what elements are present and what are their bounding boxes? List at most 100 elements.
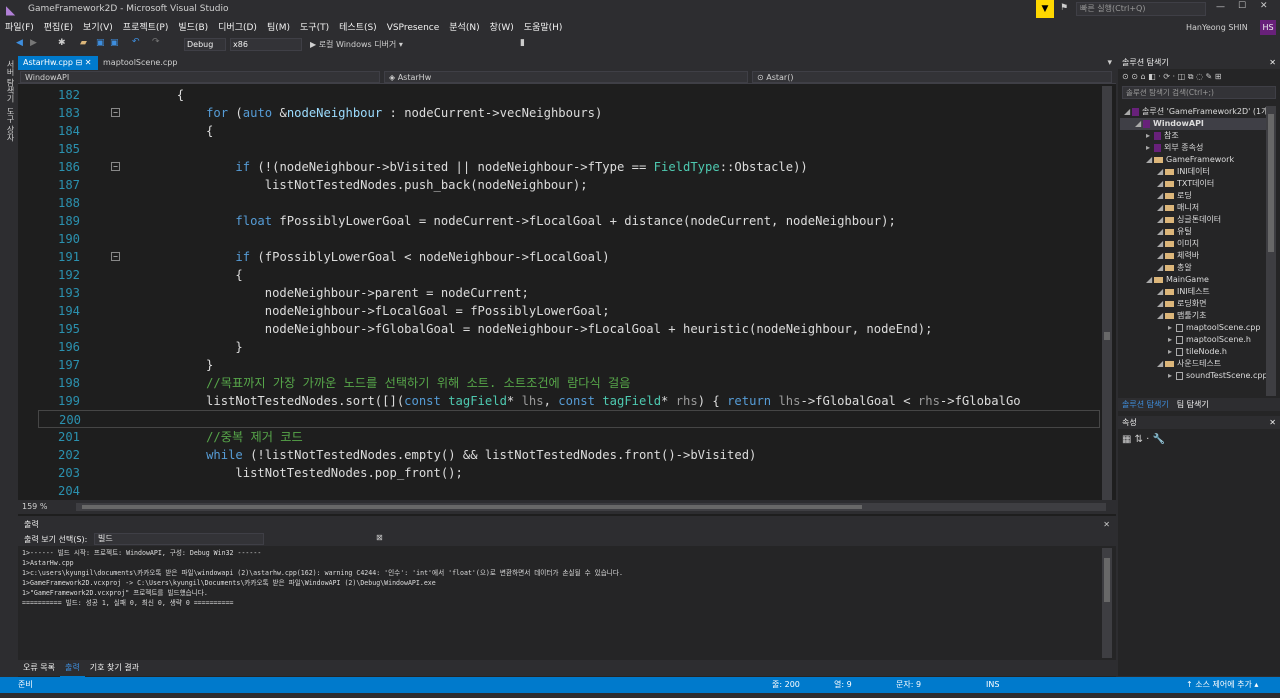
expand-icon[interactable]: ▸ xyxy=(1168,370,1176,382)
zoom-level[interactable]: 159 % xyxy=(22,502,47,511)
output-scrollbar-thumb[interactable] xyxy=(1104,558,1110,602)
output-source-select[interactable]: 빌드 xyxy=(94,533,264,545)
tree-item[interactable]: ◢ 총알 xyxy=(1120,262,1266,274)
code-line[interactable]: 202 while (!listNotTestedNodes.empty() &… xyxy=(38,446,1100,464)
output-scrollbar[interactable] xyxy=(1102,548,1112,658)
new-project-icon[interactable]: ✱ xyxy=(58,38,66,48)
code-line[interactable]: 182 { xyxy=(38,86,1100,104)
expand-icon[interactable]: ◢ xyxy=(1157,238,1165,250)
code-line[interactable]: 196 } xyxy=(38,338,1100,356)
code-area[interactable]: 182 {183− for (auto &nodeNeighbour : nod… xyxy=(38,86,1100,500)
code-line[interactable]: 184 { xyxy=(38,122,1100,140)
tab-maptoolscene[interactable]: maptoolScene.cpp xyxy=(98,56,188,70)
config-select[interactable]: Debug xyxy=(184,38,226,51)
tree-item[interactable]: ◢ MainGame xyxy=(1120,274,1266,286)
code-line[interactable]: 191− if (fPossiblyLowerGoal < nodeNeighb… xyxy=(38,248,1100,266)
close-button[interactable]: ✕ xyxy=(1260,1,1268,11)
user-avatar[interactable]: HS xyxy=(1260,20,1276,35)
save-all-icon[interactable]: ▣ xyxy=(110,38,119,48)
scrollbar-thumb[interactable] xyxy=(1104,332,1110,340)
expand-icon[interactable]: ◢ xyxy=(1124,106,1132,118)
expand-icon[interactable]: ▸ xyxy=(1168,346,1176,358)
code-line[interactable]: 185 xyxy=(38,140,1100,158)
expand-icon[interactable]: ◢ xyxy=(1157,190,1165,202)
minimize-button[interactable]: — xyxy=(1216,2,1225,12)
code-line[interactable]: 195 nodeNeighbour->fGlobalGoal = nodeNei… xyxy=(38,320,1100,338)
tab-overflow-icon[interactable]: ▾ xyxy=(1107,58,1112,68)
code-line[interactable]: 198 //목표까지 가장 가까운 노드를 선택하기 위해 소트. 소트조건에 … xyxy=(38,374,1100,392)
menu-item-10[interactable]: 분석(N) xyxy=(444,20,484,36)
tree-item[interactable]: ◢ WindowAPI xyxy=(1120,118,1266,130)
tree-item[interactable]: ▸ soundTestScene.cpp xyxy=(1120,370,1266,382)
member-dropdown[interactable]: ⊙ Astar() xyxy=(752,71,1112,83)
expand-icon[interactable]: ▸ xyxy=(1168,334,1176,346)
expand-icon[interactable]: ◢ xyxy=(1157,250,1165,262)
tree-item[interactable]: ▸ 참조 xyxy=(1120,130,1266,142)
menu-item-1[interactable]: 편집(E) xyxy=(39,20,78,36)
expand-icon[interactable]: ◢ xyxy=(1157,262,1165,274)
code-line[interactable]: 186− if (!(nodeNeighbour->bVisited || no… xyxy=(38,158,1100,176)
code-line[interactable]: 190 xyxy=(38,230,1100,248)
menu-item-4[interactable]: 빌드(B) xyxy=(173,20,213,36)
code-line[interactable]: 201 //중복 제거 코드 xyxy=(38,428,1100,446)
tree-item[interactable]: ◢ 솔루션 'GameFramework2D' (1개 xyxy=(1120,106,1266,118)
toolbox-tab[interactable]: 도구 상자 xyxy=(5,107,16,142)
expand-icon[interactable]: ◢ xyxy=(1157,286,1165,298)
solution-search-input[interactable]: 솔루션 탐색기 검색(Ctrl+;) xyxy=(1122,86,1276,99)
code-line[interactable]: 189 float fPossiblyLowerGoal = nodeCurre… xyxy=(38,212,1100,230)
back-icon[interactable]: ◀ xyxy=(16,38,23,48)
expand-icon[interactable]: ◢ xyxy=(1157,166,1165,178)
expand-icon[interactable]: ◢ xyxy=(1135,118,1143,130)
tree-item[interactable]: ◢ 유틸 xyxy=(1120,226,1266,238)
tree-item[interactable]: ◢ 로딩 xyxy=(1120,190,1266,202)
expand-icon[interactable]: ◢ xyxy=(1157,358,1165,370)
notifications-icon[interactable]: ⚑ xyxy=(1060,3,1068,13)
tab-output[interactable]: 출력 xyxy=(59,660,85,678)
feedback-flag-icon[interactable]: ▼ xyxy=(1036,0,1054,18)
expand-icon[interactable]: ◢ xyxy=(1157,202,1165,214)
expand-icon[interactable]: ◢ xyxy=(1157,298,1165,310)
tree-item[interactable]: ▸ tileNode.h xyxy=(1120,346,1266,358)
output-close-icon[interactable]: ✕ xyxy=(1103,518,1110,532)
menu-item-0[interactable]: 파일(F) xyxy=(0,20,39,36)
expand-icon[interactable]: ◢ xyxy=(1146,154,1154,166)
quick-launch-input[interactable]: 빠른 실행(Ctrl+Q) xyxy=(1076,2,1206,16)
code-line[interactable]: 193 nodeNeighbour->parent = nodeCurrent; xyxy=(38,284,1100,302)
menu-item-11[interactable]: 창(W) xyxy=(485,20,519,36)
class-dropdown[interactable]: ◈ AstarHw xyxy=(384,71,748,83)
user-name[interactable]: HanYeong SHIN xyxy=(1186,23,1248,32)
code-line[interactable]: 199 listNotTestedNodes.sort([](const tag… xyxy=(38,392,1100,410)
pin-icon[interactable]: ⊟ xyxy=(75,58,82,67)
tree-item[interactable]: ◢ 맵툴기초 xyxy=(1120,310,1266,322)
menu-item-5[interactable]: 디버그(D) xyxy=(213,20,262,36)
tab-find-symbol[interactable]: 기호 찾기 결과 xyxy=(85,660,144,676)
properties-close-icon[interactable]: ✕ xyxy=(1269,416,1276,429)
horizontal-scrollbar[interactable] xyxy=(76,503,1106,511)
menu-item-2[interactable]: 보기(V) xyxy=(78,20,118,36)
tree-item[interactable]: ◢ 로딩화면 xyxy=(1120,298,1266,310)
tree-item[interactable]: ▸ maptoolScene.h xyxy=(1120,334,1266,346)
menu-item-8[interactable]: 테스트(S) xyxy=(334,20,382,36)
solution-tree-scrollbar[interactable] xyxy=(1266,106,1276,396)
menu-item-12[interactable]: 도움말(H) xyxy=(519,20,568,36)
start-debug-button[interactable]: ▶ 로컬 Windows 디버거 ▾ xyxy=(310,39,403,50)
tree-item[interactable]: ◢ 매니저 xyxy=(1120,202,1266,214)
close-tab-icon[interactable]: ✕ xyxy=(85,58,92,67)
clear-all-icon[interactable]: ⊠ xyxy=(376,533,383,542)
tree-item[interactable]: ◢ INI테스트 xyxy=(1120,286,1266,298)
redo-icon[interactable]: ↷ xyxy=(152,37,160,47)
tab-solution-explorer[interactable]: 솔루션 탐색기 xyxy=(1118,400,1173,409)
maximize-button[interactable]: ☐ xyxy=(1238,1,1246,11)
menu-item-3[interactable]: 프로젝트(P) xyxy=(118,20,174,36)
tree-item[interactable]: ▸ maptoolScene.cpp xyxy=(1120,322,1266,334)
expand-icon[interactable]: ▸ xyxy=(1146,142,1154,154)
tree-item[interactable]: ◢ 체력바 xyxy=(1120,250,1266,262)
tab-error-list[interactable]: 오류 목록 xyxy=(18,660,60,676)
tree-item[interactable]: ◢ INI데이터 xyxy=(1120,166,1266,178)
expand-icon[interactable]: ◢ xyxy=(1157,178,1165,190)
tab-team-explorer[interactable]: 팀 탐색기 xyxy=(1173,400,1213,409)
open-file-icon[interactable]: ▰ xyxy=(80,38,87,48)
expand-icon[interactable]: ◢ xyxy=(1157,214,1165,226)
code-line[interactable]: 203 listNotTestedNodes.pop_front(); xyxy=(38,464,1100,482)
bookmark-icon[interactable]: ▮ xyxy=(520,38,525,48)
